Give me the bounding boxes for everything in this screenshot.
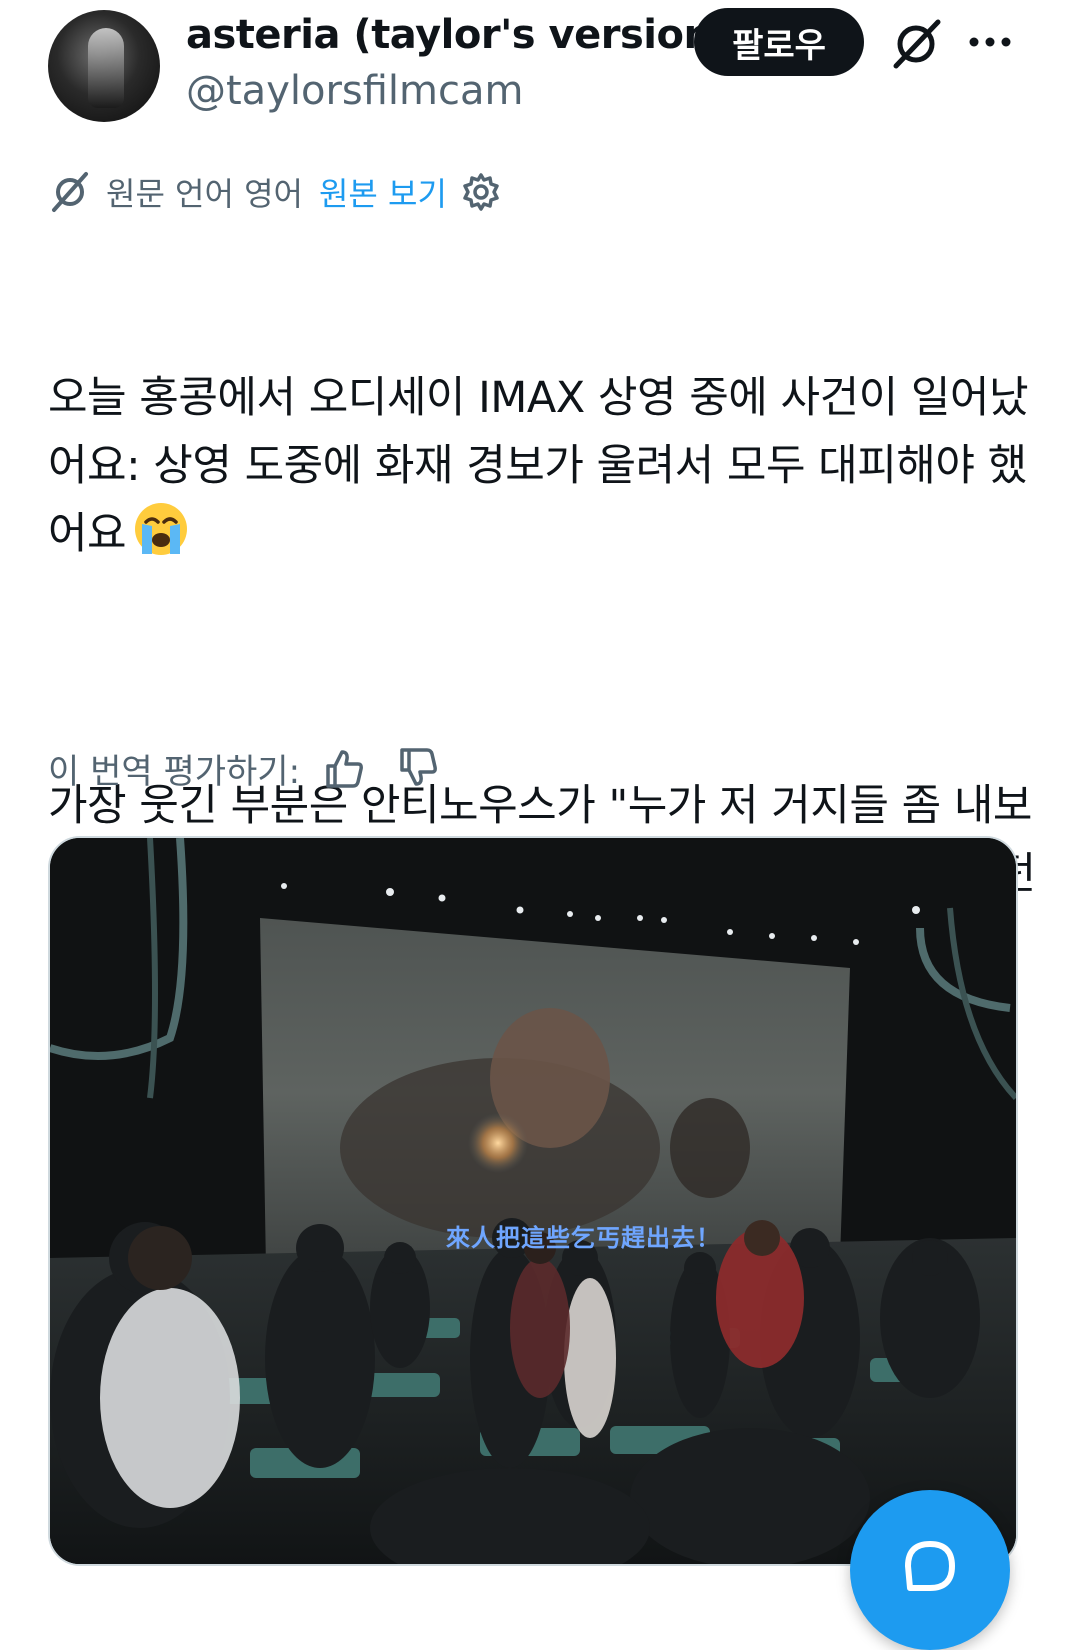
thumbs-up-icon[interactable] <box>322 746 366 790</box>
grok-translate-icon <box>52 172 88 212</box>
thumbs-down-icon[interactable] <box>396 746 440 790</box>
author-handle[interactable]: @taylorsfilmcam <box>186 68 523 114</box>
theater-photo <box>50 838 1016 1564</box>
grok-icon[interactable] <box>888 16 944 72</box>
gear-icon[interactable] <box>461 172 501 212</box>
source-language-label: 원문 언어 영어 <box>106 175 303 213</box>
tweet-paragraph-1: 오늘 홍콩에서 오디세이 IMAX 상영 중에 사건이 일어났어요: 상영 도중… <box>48 364 1038 568</box>
rate-translation-row: 이 번역 평가하기: <box>48 742 440 794</box>
more-dots-icon[interactable] <box>966 22 1014 62</box>
show-original-link[interactable]: 원본 보기 <box>319 169 447 215</box>
compose-icon <box>905 1541 955 1591</box>
loudly-crying-face-emoji <box>135 503 188 555</box>
follow-button[interactable]: 팔로우 <box>694 8 864 76</box>
screen-subtitle: 來人把這些乞丐趕出去！ <box>446 1224 721 1252</box>
tweet-paragraph-1-text: 오늘 홍콩에서 오디세이 IMAX 상영 중에 사건이 일어났어요: 상영 도중… <box>48 373 1029 559</box>
author-display-name[interactable]: asteria (taylor's version) <box>186 12 730 58</box>
tweet-media-photo[interactable]: 來人把這些乞丐趕出去！ <box>48 836 1018 1566</box>
translation-bar: 원문 언어 영어 원본 보기 <box>48 168 501 216</box>
author-avatar[interactable] <box>48 10 160 122</box>
avatar-figure <box>88 28 124 108</box>
rate-translation-label: 이 번역 평가하기: <box>48 751 301 792</box>
compose-button[interactable] <box>850 1490 1010 1650</box>
